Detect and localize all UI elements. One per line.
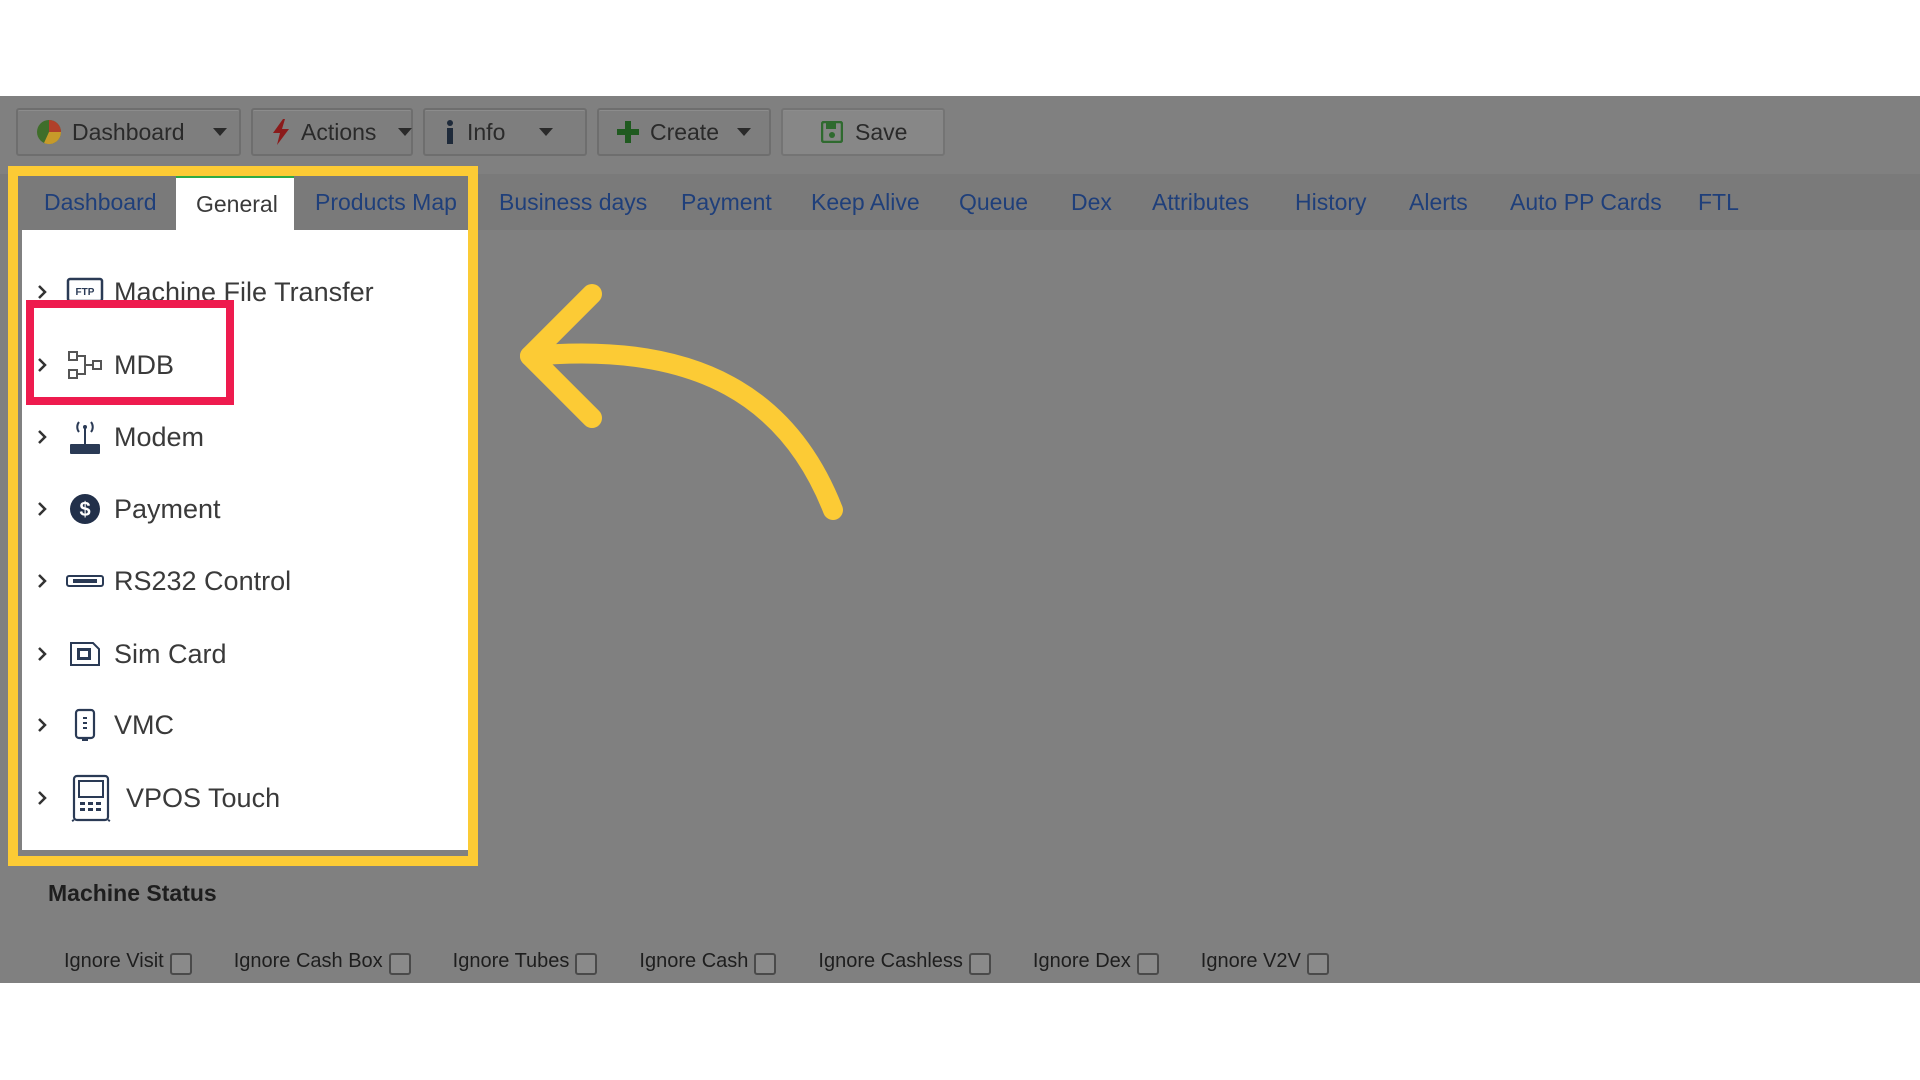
info-icon [443, 119, 457, 145]
ignore-cashless-option: Ignore Cashless [818, 947, 991, 975]
tab-payment[interactable]: Payment [681, 174, 772, 230]
tab-label: Business days [499, 188, 648, 215]
save-button-label: Save [855, 118, 908, 145]
ignore-cashless-checkbox[interactable] [968, 953, 991, 975]
ignore-tubes-option: Ignore Tubes [453, 947, 598, 975]
ignore-dex-checkbox[interactable] [1136, 953, 1159, 975]
tab-dex[interactable]: Dex [1071, 174, 1112, 230]
save-button[interactable]: Save [781, 108, 945, 156]
checkbox-label: Ignore Cash [639, 949, 749, 972]
ignore-cash-option: Ignore Cash [639, 947, 777, 975]
ignore-tubes-checkbox[interactable] [575, 953, 598, 975]
create-dropdown-button[interactable]: Create [597, 108, 771, 156]
yellow-highlight-frame [8, 166, 478, 866]
tab-queue[interactable]: Queue [959, 174, 1028, 230]
toolbar: Dashboard Actions Info Create Save [16, 108, 945, 158]
tab-label: Payment [681, 188, 772, 215]
screenshot-stage: Dashboard Actions Info Create Save Dashb… [0, 0, 1920, 1080]
red-highlight-box [26, 300, 234, 405]
checkbox-label: Ignore Cash Box [233, 949, 383, 972]
actions-dropdown-button[interactable]: Actions [251, 108, 413, 156]
checkbox-label: Ignore Visit [64, 949, 164, 972]
curved-arrow-icon [520, 284, 843, 520]
tab-label: Keep Alive [811, 188, 920, 215]
ignore-visit-option: Ignore Visit [64, 947, 192, 975]
ignore-visit-checkbox[interactable] [169, 953, 192, 975]
checkbox-label: Ignore V2V [1200, 949, 1301, 972]
ignore-cash-box-option: Ignore Cash Box [234, 947, 411, 975]
ignore-cash-box-checkbox[interactable] [388, 953, 411, 975]
lightning-icon [271, 119, 291, 145]
machine-status-title: Machine Status [48, 880, 217, 906]
tab-alerts[interactable]: Alerts [1409, 174, 1468, 230]
tab-ftl[interactable]: FTL [1698, 174, 1739, 230]
chevron-down-icon [212, 128, 227, 136]
ignore-v2v-option: Ignore V2V [1201, 947, 1329, 975]
checkbox-label: Ignore Dex [1032, 949, 1131, 972]
tab-attributes[interactable]: Attributes [1152, 174, 1249, 230]
tab-label: Queue [959, 188, 1029, 215]
save-icon [819, 119, 845, 145]
tab-business-days[interactable]: Business days [499, 174, 647, 230]
ignore-v2v-checkbox[interactable] [1306, 953, 1329, 975]
tab-label: Auto PP Cards [1510, 188, 1662, 215]
tab-auto-pp-cards[interactable]: Auto PP Cards [1510, 174, 1662, 230]
tab-label: FTL [1698, 188, 1739, 215]
actions-button-label: Actions [301, 118, 377, 145]
create-button-label: Create [649, 118, 719, 145]
dashboard-button-label: Dashboard [72, 118, 185, 145]
info-button-label: Info [467, 118, 506, 145]
chevron-down-icon [737, 128, 751, 136]
pie-chart-icon [36, 119, 62, 145]
ignore-dex-option: Ignore Dex [1033, 947, 1159, 975]
tab-keep-alive[interactable]: Keep Alive [811, 174, 920, 230]
tab-label: Alerts [1409, 188, 1468, 215]
tab-label: History [1295, 188, 1367, 215]
machine-status-options: Ignore Visit Ignore Cash Box Ignore Tube… [64, 946, 1329, 976]
info-dropdown-button[interactable]: Info [423, 108, 587, 156]
chevron-down-icon [398, 128, 413, 136]
tab-history[interactable]: History [1295, 174, 1367, 230]
tab-label: Attributes [1152, 188, 1250, 215]
checkbox-label: Ignore Tubes [452, 949, 570, 972]
checkbox-label: Ignore Cashless [818, 949, 963, 972]
chevron-down-icon [539, 128, 554, 136]
tab-label: Dex [1071, 188, 1112, 215]
ignore-cash-checkbox[interactable] [754, 953, 777, 975]
dashboard-dropdown-button[interactable]: Dashboard [16, 108, 241, 156]
plus-icon [617, 119, 640, 145]
